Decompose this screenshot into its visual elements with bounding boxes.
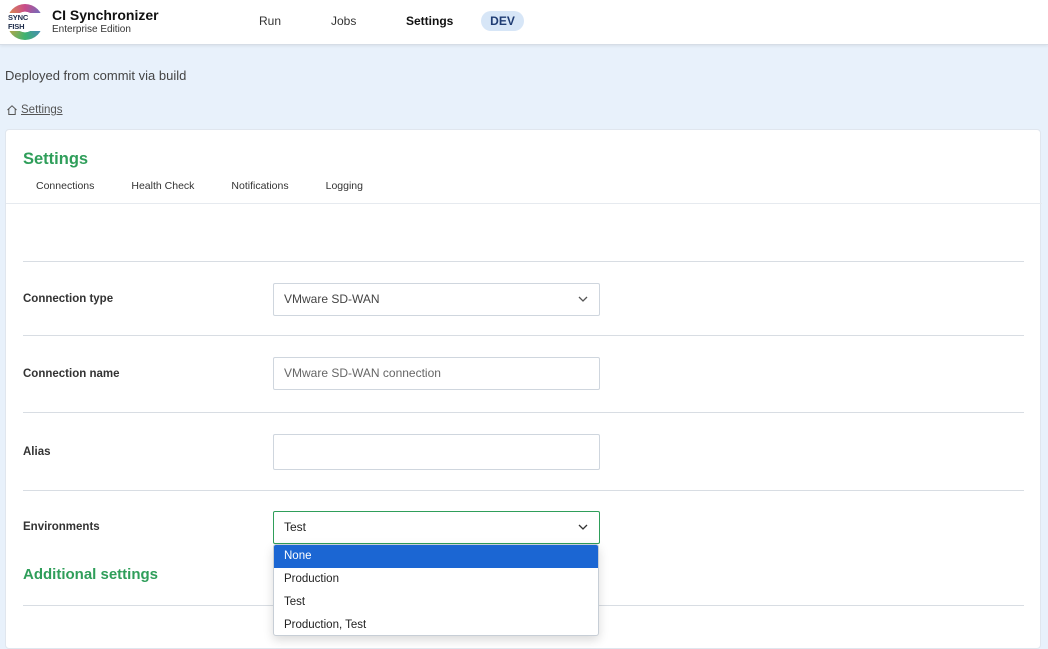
connection-name-placeholder: VMware SD-WAN connection	[284, 366, 441, 380]
connection-name-input[interactable]: VMware SD-WAN connection	[273, 357, 600, 390]
divider	[23, 490, 1024, 491]
chevron-down-icon	[578, 524, 588, 530]
tab-connections[interactable]: Connections	[36, 180, 94, 192]
app-logo[interactable]: SYNC FISH	[7, 4, 43, 40]
connection-type-label: Connection type	[23, 293, 114, 305]
tab-health-check[interactable]: Health Check	[131, 180, 194, 192]
env-badge-dev[interactable]: DEV	[481, 11, 524, 31]
environments-option-test[interactable]: Test	[274, 591, 598, 614]
breadcrumb-settings-link[interactable]: Settings	[21, 104, 63, 116]
home-icon[interactable]	[6, 104, 18, 116]
environments-label: Environments	[23, 521, 100, 533]
divider	[23, 261, 1024, 262]
top-nav-bar: SYNC FISH CI Synchronizer Enterprise Edi…	[0, 0, 1048, 45]
logo-text: SYNC FISH	[7, 13, 43, 31]
tab-divider	[6, 203, 1042, 204]
environments-option-production[interactable]: Production	[274, 568, 598, 591]
environments-option-production-test[interactable]: Production, Test	[274, 614, 598, 635]
connection-type-select[interactable]: VMware SD-WAN	[273, 283, 600, 316]
settings-tabs: Connections Health Check Notifications L…	[36, 180, 400, 192]
divider	[23, 412, 1024, 413]
nav-settings[interactable]: Settings	[406, 14, 453, 28]
additional-settings-title: Additional settings	[23, 566, 158, 583]
app-subtitle: Enterprise Edition	[52, 24, 131, 35]
page-title: Settings	[23, 150, 89, 168]
divider	[23, 335, 1024, 336]
connection-type-value: VMware SD-WAN	[284, 292, 380, 306]
alias-label: Alias	[23, 446, 51, 458]
connection-name-label: Connection name	[23, 368, 120, 380]
tab-logging[interactable]: Logging	[326, 180, 363, 192]
app-title: CI Synchronizer	[52, 7, 159, 23]
alias-input[interactable]	[273, 434, 600, 470]
nav-run[interactable]: Run	[259, 14, 281, 28]
environments-dropdown: None Production Test Production, Test	[273, 544, 599, 636]
environments-option-none[interactable]: None	[274, 545, 598, 568]
environments-select[interactable]: Test	[273, 511, 600, 544]
deployed-info: Deployed from commit via build	[5, 68, 187, 83]
chevron-down-icon	[578, 296, 588, 302]
environments-value: Test	[284, 520, 307, 534]
tab-notifications[interactable]: Notifications	[231, 180, 288, 192]
nav-jobs[interactable]: Jobs	[331, 14, 356, 28]
breadcrumb: Settings	[6, 104, 63, 116]
